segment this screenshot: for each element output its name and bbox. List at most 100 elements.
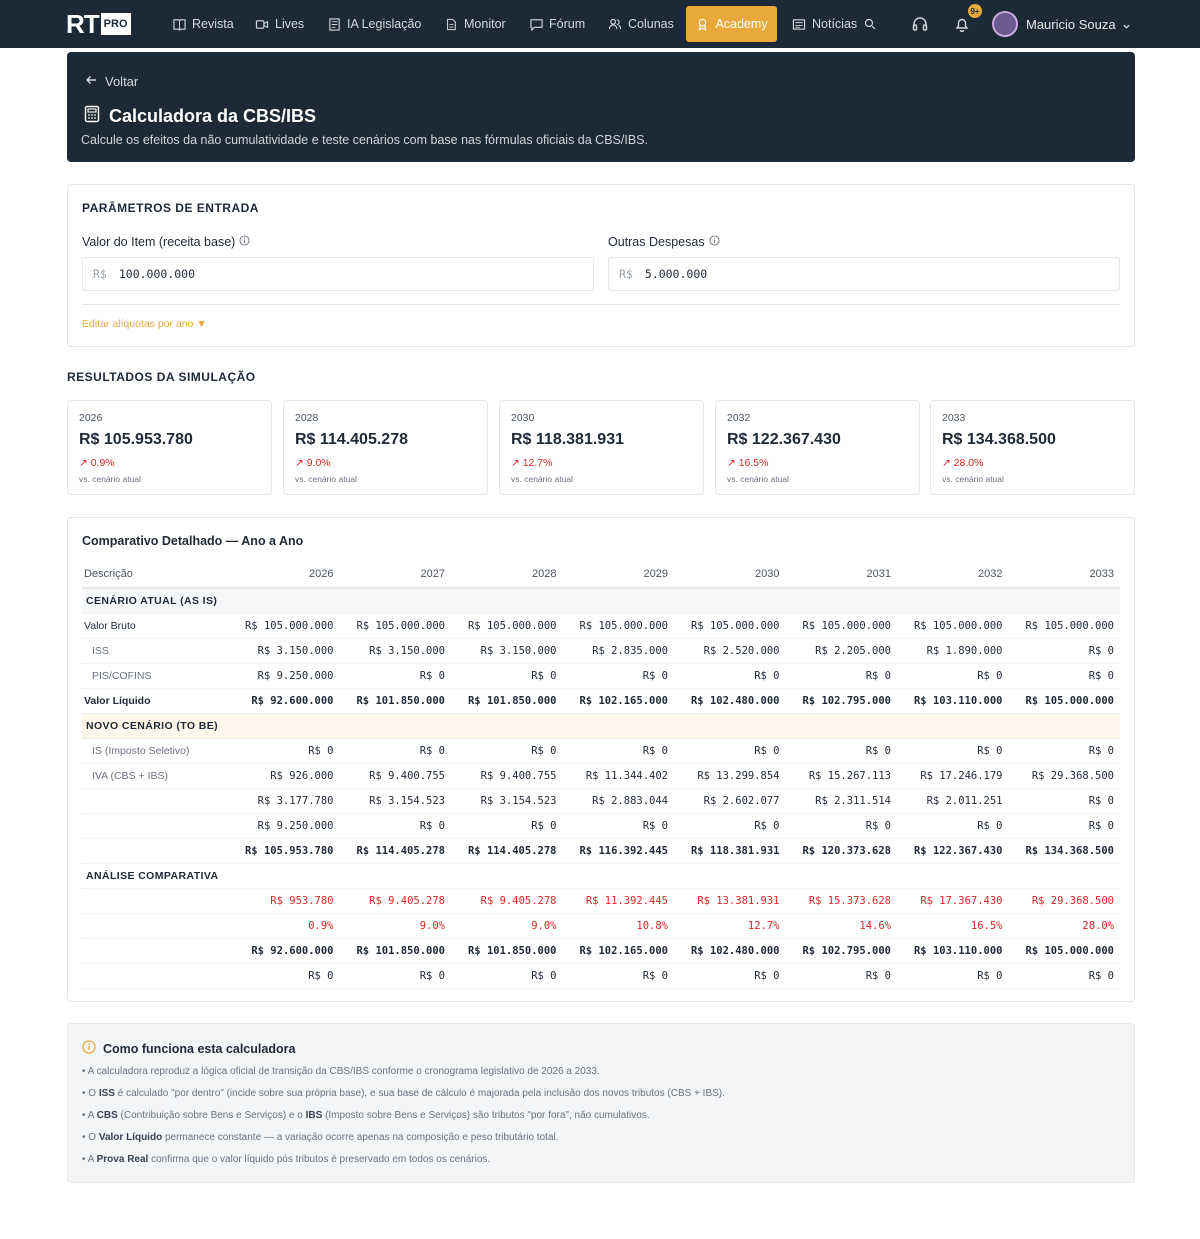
result-value: R$ 105.953.780 [79, 431, 193, 448]
table-cell: R$ 105.000.000 [897, 613, 1009, 639]
result-caption: vs. cenário atual [942, 474, 1004, 484]
logo-text: RT [66, 9, 100, 39]
nav-item-noticias[interactable]: Notícias [784, 6, 885, 42]
section-label: NOVO CENÁRIO (TO BE) [82, 713, 1120, 739]
table-row: R$ 3.177.780 R$ 3.154.523 R$ 3.154.523 R$ 2… [82, 788, 1120, 814]
table-cell: R$ 15.267.113 [785, 763, 897, 789]
table-cell: R$ 120.373.628 [785, 838, 897, 864]
user-name[interactable]: Mauricio Souza [1026, 17, 1116, 32]
table-cell: R$ 9.400.755 [339, 763, 451, 789]
table-cell: R$ 0 [451, 738, 563, 764]
column-header-year: 2029 [562, 560, 674, 589]
search-icon[interactable] [863, 17, 877, 31]
table-cell: R$ 0 [785, 738, 897, 764]
chevron-down-icon[interactable] [1122, 18, 1131, 36]
table-cell: R$ 0 [785, 813, 897, 839]
table-cell: 0.9% [228, 913, 340, 939]
section-label: CENÁRIO ATUAL (AS IS) [82, 588, 1120, 614]
nav-label: Academy [715, 17, 768, 31]
page-header: Voltar Calculadora da CBS/IBS Calcule os… [67, 52, 1135, 162]
info-icon[interactable] [239, 235, 250, 249]
nav-item-forum[interactable]: Fórum [521, 6, 593, 42]
table-cell: R$ 92.600.000 [228, 938, 340, 964]
result-variation: ↗ 28.0% [942, 457, 984, 469]
table-cell: R$ 29.368.500 [1008, 763, 1120, 789]
table-cell: R$ 13.381.931 [674, 888, 786, 914]
table-cell: R$ 102.480.000 [674, 938, 786, 964]
column-header-year: 2026 [228, 560, 340, 589]
table-cell: R$ 105.000.000 [562, 613, 674, 639]
table-cell: R$ 1.890.000 [897, 638, 1009, 664]
table-cell: R$ 102.795.000 [785, 688, 897, 714]
table-cell: R$ 0 [228, 963, 340, 989]
item-value-field[interactable]: R$ [82, 257, 594, 291]
other-expenses-input[interactable] [644, 267, 1045, 281]
table-cell: R$ 0 [785, 663, 897, 689]
table-cell: 10.8% [562, 913, 674, 939]
nav-item-revista[interactable]: Revista [164, 6, 242, 42]
comparison-table: Descrição 2026 2027 2028 2029 2030 2031 2032 203… [82, 560, 1120, 989]
info-text: permanece constante — a variação ocorre … [162, 1132, 559, 1143]
top-navbar: RT PRO Revista Lives IA Legislação Monit… [0, 0, 1200, 48]
nav-item-lives[interactable]: Lives [247, 6, 312, 42]
table-cell: R$ 11.344.402 [562, 763, 674, 789]
other-expenses-field[interactable]: R$ [608, 257, 1120, 291]
how-it-works-card: Como funciona esta calculadora • A calcu… [67, 1023, 1135, 1183]
table-cell: R$ 0 [897, 738, 1009, 764]
nav-item-ia-legislacao[interactable]: IA Legislação [319, 6, 429, 42]
table-cell: R$ 9.405.278 [451, 888, 563, 914]
info-icon[interactable] [709, 235, 720, 249]
headphones-icon[interactable] [910, 14, 930, 34]
info-emphasis: ISS [98, 1088, 115, 1099]
page-title-text: Calculadora da CBS/IBS [109, 106, 317, 126]
nav-item-monitor[interactable]: Monitor [436, 6, 514, 42]
column-header-year: 2028 [451, 560, 563, 589]
comparison-title: Comparativo Detalhado — Ano a Ano [82, 534, 304, 548]
bell-icon[interactable] [952, 14, 972, 34]
table-cell: R$ 0 [228, 738, 340, 764]
row-label [82, 938, 228, 964]
table-row: IVA (CBS + IBS) R$ 926.000 R$ 9.400.755 R$ … [82, 763, 1120, 789]
column-header-year: 2032 [897, 560, 1009, 589]
table-cell: R$ 101.850.000 [339, 688, 451, 714]
brand-logo[interactable]: RT PRO [66, 10, 131, 38]
table-cell: R$ 118.381.931 [674, 838, 786, 864]
result-year: 2032 [727, 412, 751, 424]
result-caption: vs. cenário atual [295, 474, 357, 484]
back-button[interactable]: Voltar [85, 74, 138, 89]
table-row: R$ 92.600.000 R$ 101.850.000 R$ 101.850.00… [82, 938, 1120, 964]
nav-item-colunas[interactable]: Colunas [600, 6, 682, 42]
item-value-input[interactable] [118, 267, 519, 281]
table-cell: R$ 0 [674, 738, 786, 764]
table-row: ISS R$ 3.150.000 R$ 3.150.000 R$ 3.150.000 R… [82, 638, 1120, 664]
table-row: Valor Bruto R$ 105.000.000 R$ 105.000.000 R… [82, 613, 1120, 639]
table-cell: R$ 2.205.000 [785, 638, 897, 664]
info-emphasis: IBS [305, 1110, 323, 1121]
table-cell: R$ 0 [339, 738, 451, 764]
table-cell: R$ 2.520.000 [674, 638, 786, 664]
result-year: 2026 [79, 412, 103, 424]
table-cell: R$ 0 [562, 813, 674, 839]
nav-label: Fórum [549, 17, 586, 31]
table-cell: R$ 15.373.628 [785, 888, 897, 914]
row-label: IVA (CBS + IBS) [82, 763, 228, 789]
table-cell: R$ 92.600.000 [228, 688, 340, 714]
table-cell: R$ 105.953.780 [228, 838, 340, 864]
other-expenses-label: Outras Despesas [608, 235, 720, 249]
table-cell: R$ 3.154.523 [339, 788, 451, 814]
table-section-row: CENÁRIO ATUAL (AS IS) [82, 588, 1120, 614]
divider [82, 304, 1120, 305]
table-cell: R$ 105.000.000 [1008, 938, 1120, 964]
table-cell: R$ 0 [897, 813, 1009, 839]
edit-rates-toggle[interactable]: Editar alíquotas por ano ▼ [82, 318, 207, 330]
avatar[interactable] [992, 11, 1018, 37]
input-parameters-card: PARÂMETROS DE ENTRADA Valor do Item (rec… [67, 184, 1135, 347]
table-cell: R$ 2.883.044 [562, 788, 674, 814]
nav-item-academy[interactable]: Academy [686, 6, 777, 42]
info-circle-icon [82, 1040, 96, 1057]
row-label: Valor Líquido [82, 688, 228, 714]
table-cell: R$ 9.250.000 [228, 813, 340, 839]
info-text: • A calculadora reproduz a lógica oficia… [82, 1066, 600, 1077]
table-cell: R$ 105.000.000 [339, 613, 451, 639]
info-emphasis: CBS [96, 1110, 118, 1121]
